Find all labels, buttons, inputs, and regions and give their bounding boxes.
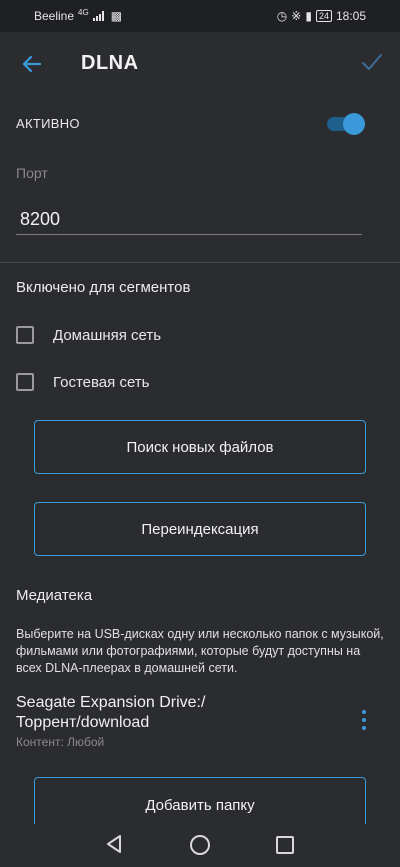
nav-home-icon[interactable] <box>190 835 210 855</box>
checkbox-guest-network[interactable]: Гостевая сеть <box>16 372 316 396</box>
alarm-icon: ◷ <box>276 9 288 23</box>
segments-title: Включено для сегментов <box>16 279 191 296</box>
clock: 18:05 <box>335 9 366 23</box>
folder-path: Seagate Expansion Drive:/Торрент/downloa… <box>16 694 206 731</box>
signal-icon <box>92 11 107 21</box>
scan-new-files-button[interactable]: Поиск новых файлов <box>34 420 366 474</box>
divider <box>0 262 400 263</box>
port-input[interactable]: 8200 <box>20 209 60 230</box>
network-type: 4G <box>78 7 89 17</box>
media-library-title: Медиатека <box>16 587 93 604</box>
active-label: АКТИВНО <box>16 116 80 131</box>
back-button[interactable] <box>18 50 46 78</box>
reindex-button[interactable]: Переиндексация <box>34 502 366 556</box>
checkbox-label: Домашняя сеть <box>53 327 162 344</box>
arrow-left-icon <box>22 55 42 73</box>
checkbox-box[interactable] <box>16 373 34 391</box>
more-vert-icon[interactable] <box>357 710 371 732</box>
status-bar: Beeline 4G ▩ ◷ ※ ▮ 24 18:05 <box>0 0 400 32</box>
check-icon <box>362 54 382 70</box>
battery-icon: 24 <box>315 10 332 22</box>
media-library-description: Выберите на USB-дисках одну или нескольк… <box>16 627 384 675</box>
checkbox-box[interactable] <box>16 326 34 344</box>
confirm-button[interactable] <box>358 48 386 76</box>
app-bar: DLNA <box>0 32 400 96</box>
bluetooth-icon: ※ <box>291 9 302 23</box>
carrier-name: Beeline <box>34 9 75 23</box>
vibrate-icon: ▮ <box>305 9 312 23</box>
active-row: АКТИВНО <box>16 112 366 136</box>
nav-recents-icon[interactable] <box>276 836 294 854</box>
port-input-underline <box>16 234 362 235</box>
nav-back-icon[interactable] <box>104 834 124 854</box>
folder-content-type: Контент: Любой <box>16 735 105 749</box>
system-nav-bar <box>0 824 400 867</box>
notification-icon: ▩ <box>110 9 123 23</box>
checkbox-label: Гостевая сеть <box>53 374 150 391</box>
page-title: DLNA <box>81 52 139 74</box>
toggle-knob <box>343 113 365 135</box>
checkbox-home-network[interactable]: Домашняя сеть <box>16 325 316 349</box>
port-label: Порт <box>16 165 48 181</box>
active-toggle[interactable] <box>327 113 365 135</box>
